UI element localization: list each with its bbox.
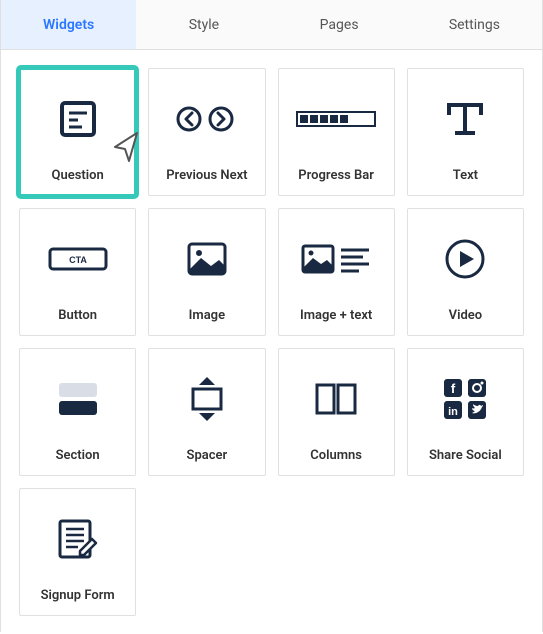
- widget-label: Button: [58, 308, 97, 335]
- svg-text:CTA: CTA: [69, 255, 87, 265]
- widget-button[interactable]: CTA Button: [19, 208, 136, 336]
- widget-progress-bar[interactable]: Progress Bar: [278, 68, 395, 196]
- widget-label: Share Social: [429, 448, 502, 475]
- tab-pages[interactable]: Pages: [272, 0, 407, 49]
- widget-section[interactable]: Section: [19, 348, 136, 476]
- prev-next-icon: [149, 69, 264, 168]
- tab-style[interactable]: Style: [136, 0, 271, 49]
- widget-image-text[interactable]: Image + text: [278, 208, 395, 336]
- widget-spacer[interactable]: Spacer: [148, 348, 265, 476]
- widget-columns[interactable]: Columns: [278, 348, 395, 476]
- tab-settings[interactable]: Settings: [407, 0, 542, 49]
- widget-label: Image + text: [300, 308, 372, 335]
- spacer-icon: [149, 349, 264, 448]
- widget-label: Previous Next: [166, 168, 247, 195]
- widget-question[interactable]: Question: [19, 68, 136, 196]
- button-cta-icon: CTA: [20, 209, 135, 308]
- progress-bar-icon: [279, 69, 394, 168]
- image-text-icon: [279, 209, 394, 308]
- widget-video[interactable]: Video: [407, 208, 524, 336]
- widgets-panel: Widgets Style Pages Settings Question: [0, 0, 543, 632]
- widget-label: Video: [449, 308, 483, 335]
- columns-icon: [279, 349, 394, 448]
- svg-text:f: f: [451, 381, 456, 396]
- widget-image[interactable]: Image: [148, 208, 265, 336]
- tab-widgets[interactable]: Widgets: [1, 0, 136, 49]
- widget-label: Spacer: [187, 448, 228, 475]
- question-icon: [20, 69, 135, 168]
- widgets-grid: Question Previous Next: [1, 50, 542, 634]
- widget-label: Section: [56, 448, 100, 475]
- video-icon: [408, 209, 523, 308]
- share-social-icon: f in: [408, 349, 523, 448]
- section-icon: [20, 349, 135, 448]
- widget-signup-form[interactable]: Signup Form: [19, 488, 136, 616]
- widget-label: Text: [453, 168, 478, 195]
- widget-label: Question: [51, 168, 103, 195]
- svg-text:in: in: [448, 406, 458, 418]
- signup-form-icon: [20, 489, 135, 588]
- widget-label: Columns: [310, 448, 362, 475]
- widget-label: Image: [189, 308, 225, 335]
- widget-text[interactable]: Text: [407, 68, 524, 196]
- widget-label: Signup Form: [41, 588, 115, 615]
- widget-previous-next[interactable]: Previous Next: [148, 68, 265, 196]
- widget-label: Progress Bar: [298, 168, 374, 195]
- tab-label: Style: [189, 17, 219, 33]
- text-icon: [408, 69, 523, 168]
- tab-label: Settings: [449, 17, 500, 33]
- image-icon: [149, 209, 264, 308]
- widget-share-social[interactable]: f in Share Social: [407, 348, 524, 476]
- tab-label: Pages: [320, 17, 359, 33]
- tab-label: Widgets: [43, 17, 94, 33]
- tabs: Widgets Style Pages Settings: [1, 0, 542, 50]
